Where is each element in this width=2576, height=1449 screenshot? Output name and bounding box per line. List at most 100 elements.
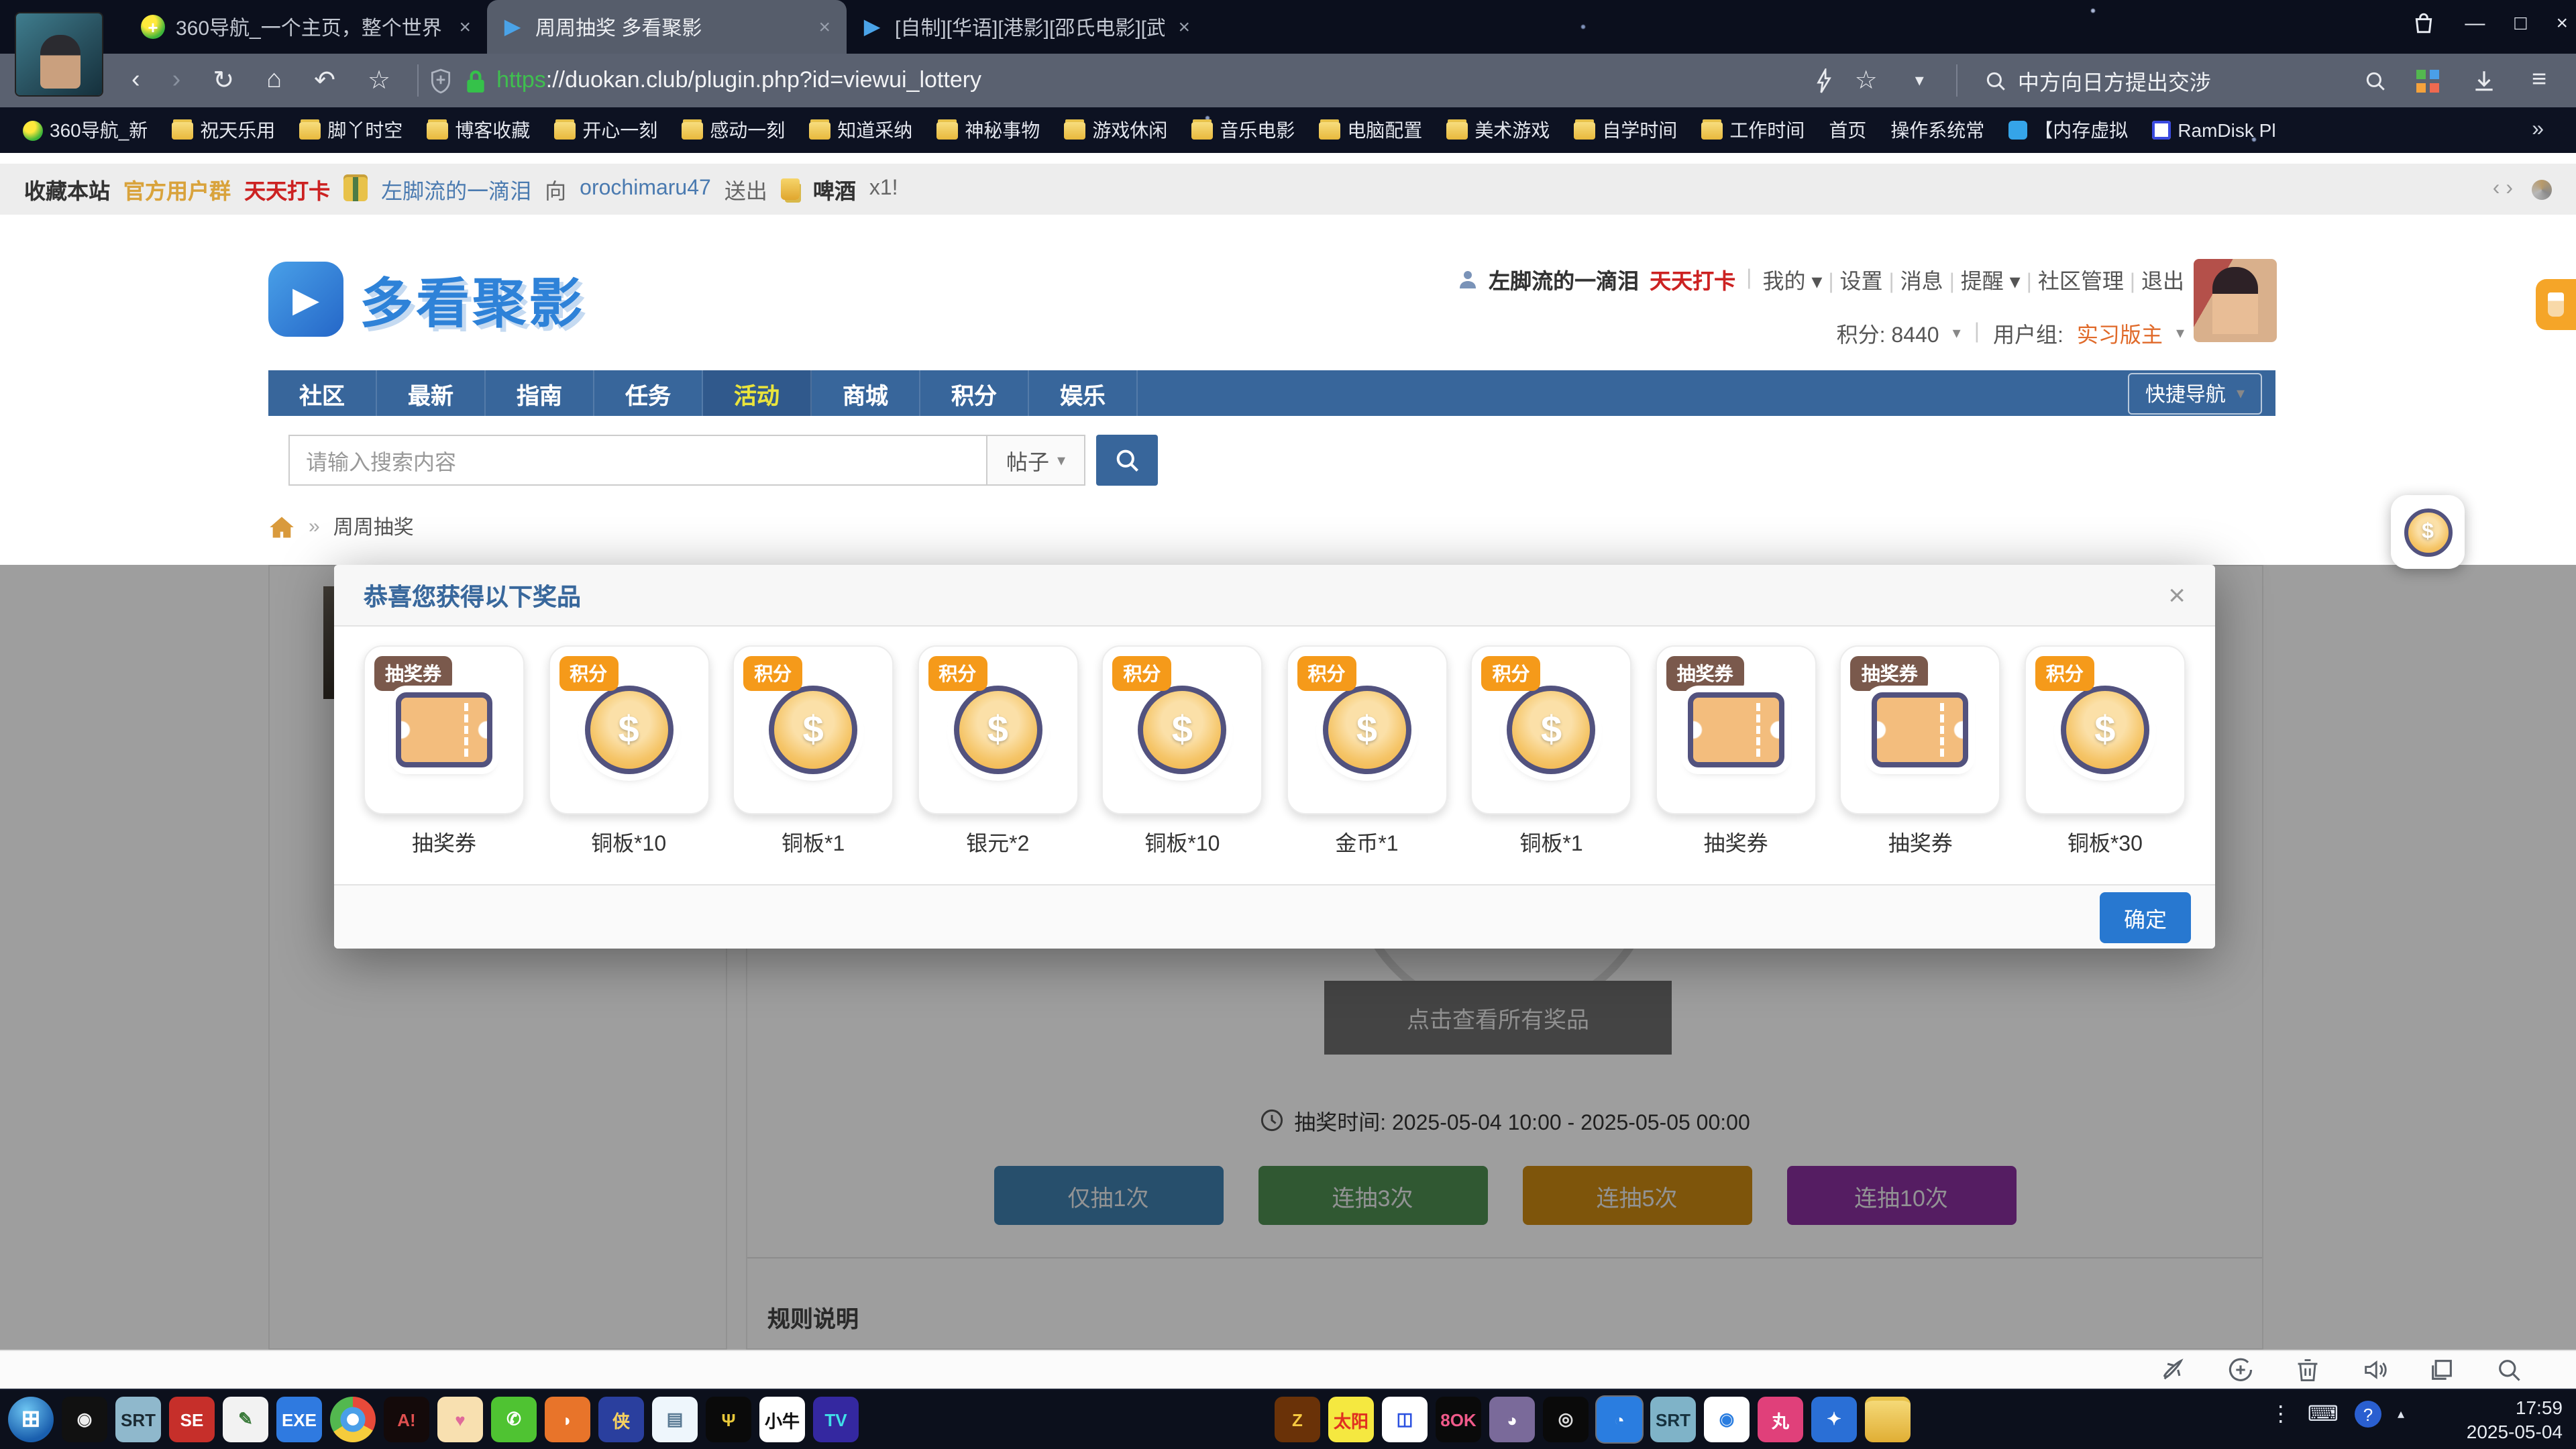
bookmark-item[interactable]: 美术游戏 bbox=[1437, 113, 1559, 148]
page-search-icon[interactable] bbox=[2496, 1356, 2522, 1383]
chrome-browser[interactable] bbox=[330, 1397, 376, 1442]
tv-app[interactable]: TV bbox=[813, 1397, 859, 1442]
bookmark-item[interactable]: 操作系统常 bbox=[1881, 113, 1994, 148]
sun-tv-app[interactable]: 太阳 bbox=[1328, 1397, 1374, 1442]
bookmark-item[interactable]: 【内存虚拟 bbox=[1999, 113, 2137, 148]
username[interactable]: 左脚流的一滴泪 bbox=[1489, 263, 1639, 295]
bookmark-item[interactable]: 游戏休闲 bbox=[1055, 113, 1177, 148]
bookmark-item[interactable]: 神秘事物 bbox=[927, 113, 1049, 148]
user-menu-5[interactable]: 社区管理 bbox=[2038, 271, 2124, 294]
search-input[interactable]: 请输入搜索内容 bbox=[288, 435, 986, 486]
bookmark-item[interactable]: 360导航_新 bbox=[13, 113, 157, 148]
nav-item-3[interactable]: 指南 bbox=[486, 370, 594, 416]
chevron-down-icon[interactable]: ▾ bbox=[1899, 70, 1940, 91]
favorite-star-icon[interactable]: ☆ bbox=[1839, 65, 1894, 96]
address-bar[interactable]: https://duokan.club/plugin.php?id=viewui… bbox=[496, 67, 981, 94]
prize-card[interactable]: 积分 bbox=[733, 645, 894, 814]
user-menu-4[interactable]: 提醒 ▾ bbox=[1961, 271, 2021, 294]
se-app[interactable]: SE bbox=[169, 1397, 215, 1442]
windows-layout-icon[interactable] bbox=[2428, 1356, 2455, 1383]
nav-item-4[interactable]: 任务 bbox=[594, 370, 703, 416]
srt-player-app-2[interactable]: SRT bbox=[1650, 1397, 1696, 1442]
download-icon[interactable] bbox=[2471, 68, 2497, 93]
speed-boost-icon[interactable] bbox=[2227, 1356, 2254, 1383]
quick-nav-button[interactable]: 快捷导航▾ bbox=[2128, 372, 2262, 414]
bookmark-item[interactable]: 首页 bbox=[1819, 113, 1876, 148]
bow-app[interactable]: ♥ bbox=[437, 1397, 483, 1442]
help-icon[interactable]: ? bbox=[2355, 1401, 2381, 1428]
user-avatar[interactable] bbox=[2194, 259, 2277, 342]
wan-app[interactable]: 丸 bbox=[1758, 1397, 1803, 1442]
meeting-app[interactable]: ◉ bbox=[1704, 1397, 1750, 1442]
floating-coin-widget[interactable] bbox=[2391, 495, 2465, 569]
keyboard-icon[interactable]: ⌨ bbox=[2308, 1401, 2339, 1428]
taskbar-clock[interactable]: 17:59 2025-05-04 bbox=[2467, 1395, 2563, 1444]
speaker-icon[interactable] bbox=[2361, 1356, 2388, 1383]
prize-card[interactable]: 积分 bbox=[1286, 645, 1447, 814]
eagle-app[interactable]: Ψ bbox=[706, 1397, 751, 1442]
user-points[interactable]: 积分: 8440 bbox=[1837, 317, 1939, 349]
confirm-button[interactable]: 确定 bbox=[2100, 892, 2191, 943]
apps-grid-icon[interactable] bbox=[2416, 69, 2439, 92]
bookmarks-overflow-icon[interactable]: » bbox=[2532, 118, 2563, 142]
nav-item-7[interactable]: 积分 bbox=[920, 370, 1029, 416]
notice-daily-checkin[interactable]: 天天打卡 bbox=[244, 173, 330, 205]
anime-avatar-app[interactable]: ◕ bbox=[1489, 1397, 1535, 1442]
lock-icon[interactable] bbox=[466, 68, 486, 93]
bookmark-item[interactable]: RamDisk Pl bbox=[2143, 115, 2285, 145]
browser-tab-1[interactable]: +360导航_一个主页，整个世界× bbox=[127, 0, 487, 54]
maximize-button[interactable]: □ bbox=[2514, 11, 2526, 34]
nav-item-5[interactable]: 活动 bbox=[703, 370, 812, 416]
lightning-icon[interactable] bbox=[1816, 68, 1833, 93]
globe-icon[interactable] bbox=[2532, 179, 2552, 199]
browser-tab-2[interactable]: ▶周周抽奖 多看聚影× bbox=[487, 0, 847, 54]
user-menu-2[interactable]: 设置 bbox=[1840, 271, 1883, 294]
bookmark-item[interactable]: 博客收藏 bbox=[417, 113, 539, 148]
tab-close-icon[interactable]: × bbox=[1175, 15, 1193, 38]
file-explorer[interactable] bbox=[1865, 1397, 1911, 1442]
notice-from-user[interactable]: 左脚流的一滴泪 bbox=[381, 173, 531, 205]
browser-tab-3[interactable]: ▶[自制][华语][港影][邵氏电影][武侠× bbox=[847, 0, 1206, 54]
360-browser-app[interactable]: ◔ bbox=[1597, 1397, 1642, 1442]
tab-close-icon[interactable]: × bbox=[456, 15, 474, 38]
notepad-app[interactable]: ▤ bbox=[652, 1397, 698, 1442]
bookmark-item[interactable]: 知道采纳 bbox=[800, 113, 922, 148]
bookmark-item[interactable]: 自学时间 bbox=[1564, 113, 1686, 148]
browser-profile-avatar[interactable] bbox=[16, 13, 102, 95]
home-icon[interactable] bbox=[268, 515, 295, 539]
trash-icon[interactable] bbox=[2294, 1356, 2321, 1383]
black-app[interactable]: ◉ bbox=[62, 1397, 107, 1442]
nav-item-2[interactable]: 最新 bbox=[377, 370, 486, 416]
minimize-button[interactable]: — bbox=[2465, 11, 2485, 34]
xiaoniu-app[interactable]: 小牛 bbox=[759, 1397, 805, 1442]
bookmark-item[interactable]: 开心一刻 bbox=[545, 113, 667, 148]
z-app[interactable]: Z bbox=[1275, 1397, 1320, 1442]
orange-origami-app[interactable]: ◗ bbox=[545, 1397, 590, 1442]
shield-icon[interactable] bbox=[429, 68, 452, 93]
bookmark-item[interactable]: 音乐电影 bbox=[1182, 113, 1304, 148]
user-checkin-link[interactable]: 天天打卡 bbox=[1650, 263, 1735, 295]
nav-item-1[interactable]: 社区 bbox=[268, 370, 377, 416]
wechat-app[interactable]: ✆ bbox=[491, 1397, 537, 1442]
prize-card[interactable]: 抽奖券 bbox=[1656, 645, 1817, 814]
nav-item-8[interactable]: 娱乐 bbox=[1029, 370, 1138, 416]
user-menu-6[interactable]: 退出 bbox=[2141, 271, 2184, 294]
user-group-value[interactable]: 实习版主 bbox=[2077, 317, 2163, 349]
tray-handle-icon[interactable]: ⋮ bbox=[2270, 1401, 2292, 1428]
undo-icon[interactable]: ↶ bbox=[298, 65, 352, 96]
prize-card[interactable]: 抽奖券 bbox=[364, 645, 525, 814]
notice-official-group[interactable]: 官方用户群 bbox=[123, 173, 231, 205]
notice-to-user[interactable]: orochimaru47 bbox=[580, 177, 711, 201]
bookmark-item[interactable]: 脚丫时空 bbox=[290, 113, 412, 148]
close-button[interactable]: × bbox=[2556, 11, 2568, 34]
browser-bag-icon[interactable] bbox=[2412, 11, 2435, 34]
windows-start-button[interactable]: ⊞ bbox=[8, 1397, 54, 1442]
breadcrumb-page[interactable]: 周周抽奖 bbox=[333, 513, 414, 541]
blue-bird-app[interactable]: ✦ bbox=[1811, 1397, 1857, 1442]
feather-editor-app[interactable]: ✎ bbox=[223, 1397, 268, 1442]
tray-expand-icon[interactable]: ▴ bbox=[2398, 1407, 2404, 1421]
search-go-icon[interactable] bbox=[2364, 69, 2387, 92]
prize-card[interactable]: 积分 bbox=[1102, 645, 1263, 814]
side-panel-tab[interactable] bbox=[2536, 279, 2576, 330]
bookmark-item[interactable]: 祝天乐用 bbox=[162, 113, 284, 148]
